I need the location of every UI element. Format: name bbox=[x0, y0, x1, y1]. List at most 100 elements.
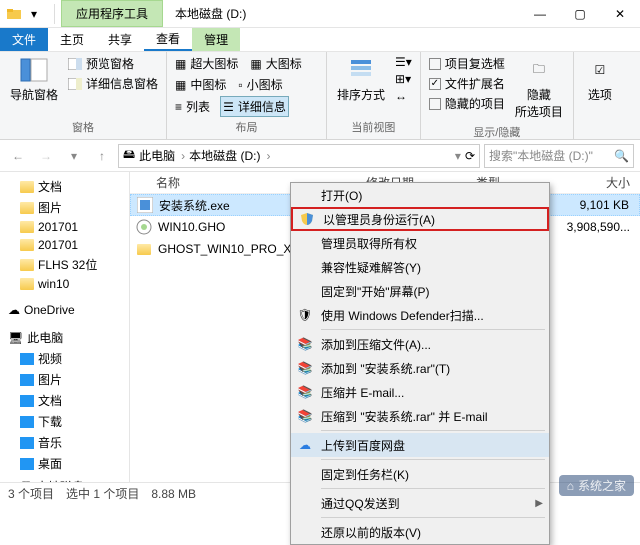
breadcrumb[interactable]: 🖴 此电脑 本地磁盘 (D:) ▾ ⟳ bbox=[118, 144, 480, 168]
ctx-run-as-admin[interactable]: 以管理员身份运行(A) bbox=[291, 207, 549, 231]
house-icon: ⌂ bbox=[567, 479, 574, 493]
drive-icon: 🖴 bbox=[20, 476, 32, 482]
ctx-pin-taskbar[interactable]: 固定到任务栏(K) bbox=[291, 462, 549, 486]
search-input[interactable]: 搜索"本地磁盘 (D:)" 🔍 bbox=[484, 144, 634, 168]
separator bbox=[321, 488, 545, 489]
details-pane-button[interactable]: 详细信息窗格 bbox=[66, 74, 160, 93]
group-by-icon[interactable]: ☰▾ bbox=[393, 54, 414, 70]
sidebar-item-flhs[interactable]: FLHS 32位 bbox=[0, 254, 129, 275]
titlebar: ▾ 应用程序工具 本地磁盘 (D:) — ▢ ✕ bbox=[0, 0, 640, 28]
gho-icon bbox=[136, 219, 152, 235]
layout-small[interactable]: ▫小图标 bbox=[236, 75, 284, 94]
add-columns-icon[interactable]: ⊞▾ bbox=[393, 71, 414, 87]
layout-list[interactable]: ≡列表 bbox=[173, 96, 212, 117]
sidebar-item-downloads[interactable]: 下载 bbox=[0, 411, 129, 432]
ribbon-group-options: ☑ 选项 bbox=[574, 52, 626, 139]
group-panes-label: 窗格 bbox=[6, 117, 160, 137]
file-size: 9,101 KB bbox=[580, 198, 639, 212]
recent-button[interactable]: ▾ bbox=[62, 144, 86, 168]
forward-button[interactable]: → bbox=[34, 144, 58, 168]
ctx-admin-owner[interactable]: 管理员取得所有权 bbox=[291, 231, 549, 255]
rar-icon: 📚 bbox=[297, 360, 313, 376]
sidebar-item-music[interactable]: 音乐 bbox=[0, 432, 129, 453]
file-ext-toggle[interactable]: ✓文件扩展名 bbox=[427, 74, 507, 93]
col-size[interactable]: 大小 bbox=[566, 174, 640, 191]
ctx-baidu[interactable]: ☁上传到百度网盘 bbox=[291, 433, 549, 457]
options-button[interactable]: ☑ 选项 bbox=[580, 54, 620, 105]
status-selected: 选中 1 个项目 bbox=[66, 485, 139, 502]
search-placeholder: 搜索"本地磁盘 (D:)" bbox=[489, 147, 593, 164]
hide-selected-button[interactable]: 🗀 隐藏 所选项目 bbox=[511, 54, 567, 122]
separator bbox=[321, 459, 545, 460]
file-size: 3,908,590... bbox=[567, 220, 640, 234]
hidden-items-toggle[interactable]: 隐藏的项目 bbox=[427, 94, 507, 113]
sidebar: 文档 图片 201701 201701 FLHS 32位 win10 ☁OneD… bbox=[0, 172, 130, 482]
sidebar-item-pics[interactable]: 图片 bbox=[0, 197, 129, 218]
refresh-icon[interactable]: ⟳ bbox=[465, 149, 475, 163]
up-button[interactable]: ↑ bbox=[90, 144, 114, 168]
tab-manage[interactable]: 管理 bbox=[192, 28, 240, 51]
ctx-restore-prev[interactable]: 还原以前的版本(V) bbox=[291, 520, 549, 544]
ctx-compress-email[interactable]: 📚压缩并 E-mail... bbox=[291, 380, 549, 404]
tab-home[interactable]: 主页 bbox=[48, 28, 96, 51]
file-list: 名称 修改日期 类型 大小 安装系统.exe 9,101 KB WIN10.GH… bbox=[130, 172, 640, 482]
minimize-button[interactable]: — bbox=[520, 0, 560, 28]
ctx-add-rar[interactable]: 📚添加到 "安装系统.rar"(T) bbox=[291, 356, 549, 380]
crumb-drive[interactable]: 本地磁盘 (D:) bbox=[189, 147, 270, 164]
dropdown-icon[interactable]: ▾ bbox=[455, 149, 461, 163]
sidebar-item-cdrive[interactable]: 🖴本地磁盘 (C:) bbox=[0, 474, 129, 482]
ribbon-group-showhide: 项目复选框 ✓文件扩展名 隐藏的项目 🗀 隐藏 所选项目 显示/隐藏 bbox=[421, 52, 574, 139]
context-menu: 打开(O) 以管理员身份运行(A) 管理员取得所有权 兼容性疑难解答(Y) 固定… bbox=[290, 182, 550, 545]
exe-icon bbox=[137, 197, 153, 213]
hide-selected-label: 隐藏 所选项目 bbox=[515, 86, 563, 120]
pc-icon: 🖥 bbox=[8, 331, 23, 345]
sidebar-item-docs2[interactable]: 文档 bbox=[0, 390, 129, 411]
shield-icon bbox=[299, 211, 315, 227]
tab-view[interactable]: 查看 bbox=[144, 28, 192, 51]
sidebar-item-video[interactable]: 视频 bbox=[0, 348, 129, 369]
sidebar-item-201701b[interactable]: 201701 bbox=[0, 236, 129, 254]
chevron-down-icon[interactable]: ▾ bbox=[26, 6, 42, 22]
maximize-button[interactable]: ▢ bbox=[560, 0, 600, 28]
ctx-troubleshoot[interactable]: 兼容性疑难解答(Y) bbox=[291, 255, 549, 279]
ctx-open[interactable]: 打开(O) bbox=[291, 183, 549, 207]
drive-icon: 🖴 bbox=[123, 145, 135, 166]
options-label: 选项 bbox=[588, 86, 612, 103]
layout-large[interactable]: ▦大图标 bbox=[248, 54, 303, 73]
ctx-compress-rar-email[interactable]: 📚压缩到 "安装系统.rar" 并 E-mail bbox=[291, 404, 549, 428]
item-checkboxes-toggle[interactable]: 项目复选框 bbox=[427, 54, 507, 73]
preview-pane-button[interactable]: 预览窗格 bbox=[66, 54, 160, 73]
submenu-arrow-icon: ▶ bbox=[535, 498, 543, 509]
back-button[interactable]: ← bbox=[6, 144, 30, 168]
ctx-defender[interactable]: 🛡使用 Windows Defender扫描... bbox=[291, 303, 549, 327]
sidebar-item-desktop[interactable]: 桌面 bbox=[0, 453, 129, 474]
layout-details[interactable]: ☰详细信息 bbox=[220, 96, 289, 117]
sidebar-item-win10[interactable]: win10 bbox=[0, 275, 129, 293]
sidebar-item-docs[interactable]: 文档 bbox=[0, 176, 129, 197]
ribbon: 导航窗格 预览窗格 详细信息窗格 窗格 ▦超大图标 ▦大图标 ▦中图标 ▫小图标… bbox=[0, 52, 640, 140]
folder-icon bbox=[6, 6, 22, 22]
fit-columns-icon[interactable]: ↔ bbox=[393, 88, 414, 104]
sidebar-item-thispc[interactable]: 🖥此电脑 bbox=[0, 327, 129, 348]
sort-by-button[interactable]: 排序方式 bbox=[333, 54, 389, 105]
ctx-add-archive[interactable]: 📚添加到压缩文件(A)... bbox=[291, 332, 549, 356]
context-tab-label: 应用程序工具 bbox=[61, 0, 163, 27]
tab-file[interactable]: 文件 bbox=[0, 28, 48, 51]
folder-icon bbox=[136, 241, 152, 257]
ribbon-group-panes: 导航窗格 预览窗格 详细信息窗格 窗格 bbox=[0, 52, 167, 139]
sidebar-item-onedrive[interactable]: ☁OneDrive bbox=[0, 301, 129, 319]
layout-medium[interactable]: ▦中图标 bbox=[173, 75, 228, 94]
sidebar-item-201701a[interactable]: 201701 bbox=[0, 218, 129, 236]
ctx-qq-send[interactable]: 通过QQ发送到▶ bbox=[291, 491, 549, 515]
defender-icon: 🛡 bbox=[297, 307, 313, 323]
close-button[interactable]: ✕ bbox=[600, 0, 640, 28]
crumb-this-pc[interactable]: 此电脑 bbox=[139, 147, 185, 164]
ctx-pin-start[interactable]: 固定到"开始"屏幕(P) bbox=[291, 279, 549, 303]
status-item-count: 3 个项目 bbox=[8, 485, 54, 502]
ribbon-group-current-view: 排序方式 ☰▾ ⊞▾ ↔ 当前视图 bbox=[327, 52, 421, 139]
sidebar-item-pics2[interactable]: 图片 bbox=[0, 369, 129, 390]
tab-share[interactable]: 共享 bbox=[96, 28, 144, 51]
layout-extra-large[interactable]: ▦超大图标 bbox=[173, 54, 240, 73]
nav-pane-button[interactable]: 导航窗格 bbox=[6, 54, 62, 105]
group-showhide-label: 显示/隐藏 bbox=[427, 122, 567, 142]
